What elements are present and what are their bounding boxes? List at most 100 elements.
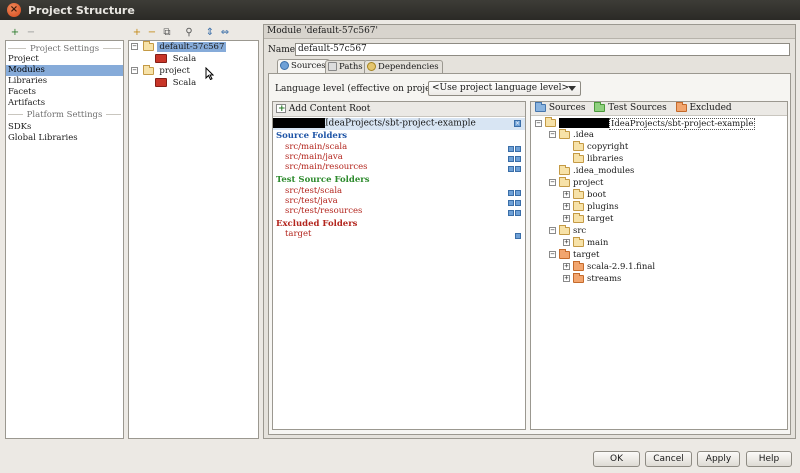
folder-label: boot: [587, 190, 607, 200]
expand-toggle[interactable]: +: [563, 263, 570, 270]
folder-tree-row[interactable]: libraries: [563, 152, 623, 165]
folder-label: main: [587, 238, 609, 248]
folder-label: IdeaProjects/sbt-project-example: [609, 117, 756, 130]
folder-tree-row[interactable]: − target: [549, 248, 599, 261]
tree-label: Scala: [172, 54, 197, 64]
tree-row-scala-facet[interactable]: Scala: [155, 54, 196, 65]
mark-sources-button[interactable]: Sources: [535, 101, 586, 113]
ok-button[interactable]: OK: [593, 451, 640, 467]
language-level-value: <Use project language level>: [432, 83, 569, 93]
expand-toggle[interactable]: +: [563, 203, 570, 210]
nav-item-sdks[interactable]: SDKs: [6, 122, 123, 133]
nav-item-facets[interactable]: Facets: [6, 87, 123, 98]
nav-item-libraries[interactable]: Libraries: [6, 76, 123, 87]
copy-icon[interactable]: ⧉: [160, 25, 174, 39]
close-window-button[interactable]: ×: [7, 3, 21, 17]
folder-tree-row[interactable]: + scala-2.9.1.final: [563, 260, 655, 273]
remove-icon[interactable]: [515, 232, 521, 239]
module-header: Module 'default-57c567': [264, 25, 795, 39]
collapse-toggle[interactable]: −: [131, 43, 138, 50]
folder-tree-row[interactable]: − src: [549, 224, 587, 237]
module-name-input[interactable]: default-57c567: [295, 43, 790, 56]
tab-paths[interactable]: Paths: [325, 60, 367, 73]
folder-icon: [559, 128, 570, 139]
nav-item-modules[interactable]: Modules: [6, 65, 123, 76]
folder-label: streams: [587, 274, 622, 284]
folder-tree-row[interactable]: .idea_modules: [549, 164, 634, 177]
folder-icon: [559, 176, 570, 187]
apply-button[interactable]: Apply: [697, 451, 740, 467]
collapse-all-icon[interactable]: ⇔: [218, 25, 232, 39]
folder-label: target: [587, 214, 614, 224]
expand-toggle[interactable]: −: [535, 119, 542, 127]
mark-sources-label: Sources: [548, 103, 586, 113]
expand-toggle[interactable]: −: [549, 227, 556, 234]
mark-excluded-button[interactable]: Excluded: [675, 101, 732, 113]
expand-toggle[interactable]: +: [563, 215, 570, 222]
mark-test-sources-button[interactable]: Test Sources: [594, 101, 667, 113]
folder-icon: [573, 140, 584, 151]
tab-dependencies[interactable]: Dependencies: [364, 60, 443, 73]
folder-tree-row[interactable]: + plugins: [563, 200, 619, 213]
tree-row-module-default[interactable]: − default-57c567: [131, 40, 227, 53]
folder-icon: [559, 248, 570, 259]
add-module-icon[interactable]: +: [130, 25, 144, 39]
tab-sources[interactable]: Sources: [277, 59, 330, 73]
add-content-root-button[interactable]: + Add Content Root: [273, 102, 525, 117]
find-icon[interactable]: ⚲: [182, 25, 196, 39]
expand-toggle[interactable]: −: [549, 179, 556, 186]
expand-toggle[interactable]: −: [549, 251, 556, 258]
edit-icon[interactable]: [508, 209, 514, 216]
edit-icon[interactable]: [508, 145, 514, 152]
edit-icon[interactable]: [508, 189, 514, 196]
remove-icon[interactable]: −: [24, 25, 38, 39]
nav-item-artifacts[interactable]: Artifacts: [6, 98, 123, 109]
folder-tree-row[interactable]: − IdeaProjects/sbt-project-example: [535, 117, 756, 130]
add-icon[interactable]: +: [8, 25, 22, 39]
folder-label: src: [573, 226, 587, 236]
remove-icon[interactable]: [515, 145, 521, 152]
folder-tree-row[interactable]: + streams: [563, 272, 622, 285]
settings-nav-panel: Project Settings Project Modules Librari…: [5, 40, 124, 439]
help-button[interactable]: Help: [746, 451, 792, 467]
folder-tree-row[interactable]: − project: [549, 176, 603, 189]
expand-all-icon[interactable]: ⇕: [203, 25, 217, 39]
cancel-button[interactable]: Cancel: [645, 451, 692, 467]
tree-row-module-project[interactable]: − project: [131, 64, 190, 77]
collapse-toggle[interactable]: −: [131, 67, 138, 74]
remove-icon[interactable]: [515, 155, 521, 162]
expand-toggle[interactable]: −: [549, 131, 556, 138]
folder-icon: [559, 164, 570, 175]
expand-toggle[interactable]: +: [563, 191, 570, 198]
remove-icon[interactable]: [515, 199, 521, 206]
folder-actions: [507, 208, 521, 218]
language-level-select[interactable]: <Use project language level>: [428, 81, 581, 96]
tree-row-scala-facet[interactable]: Scala: [155, 78, 196, 89]
folder-icon: [573, 260, 584, 271]
expand-toggle[interactable]: +: [563, 275, 570, 282]
edit-icon[interactable]: [508, 199, 514, 206]
folder-tree-row[interactable]: − .idea: [549, 128, 594, 141]
mark-test-sources-label: Test Sources: [608, 103, 667, 113]
excluded-folder-item: target: [285, 229, 312, 239]
test-sources-folder-icon: [594, 101, 606, 112]
folder-icon: [573, 272, 584, 283]
expand-toggle[interactable]: +: [563, 239, 570, 246]
tree-label: default-57c567: [157, 42, 227, 52]
edit-icon[interactable]: [508, 155, 514, 162]
remove-icon[interactable]: [515, 209, 521, 216]
platform-settings-header: Platform Settings: [8, 109, 121, 120]
remove-icon[interactable]: [515, 189, 521, 196]
folder-tree-row[interactable]: + boot: [563, 188, 607, 201]
remove-module-icon[interactable]: −: [145, 25, 159, 39]
remove-root-icon[interactable]: ×: [514, 120, 521, 127]
folder-tree-row[interactable]: + target: [563, 212, 614, 225]
nav-item-global-libraries[interactable]: Global Libraries: [6, 133, 123, 144]
folder-tree-row[interactable]: + main: [563, 236, 609, 249]
nav-item-project[interactable]: Project: [6, 54, 123, 65]
mark-excluded-label: Excluded: [689, 103, 732, 113]
remove-icon[interactable]: [515, 165, 521, 172]
folder-tree-row[interactable]: copyright: [563, 140, 628, 153]
title-bar: × Project Structure: [0, 0, 800, 20]
edit-icon[interactable]: [508, 165, 514, 172]
